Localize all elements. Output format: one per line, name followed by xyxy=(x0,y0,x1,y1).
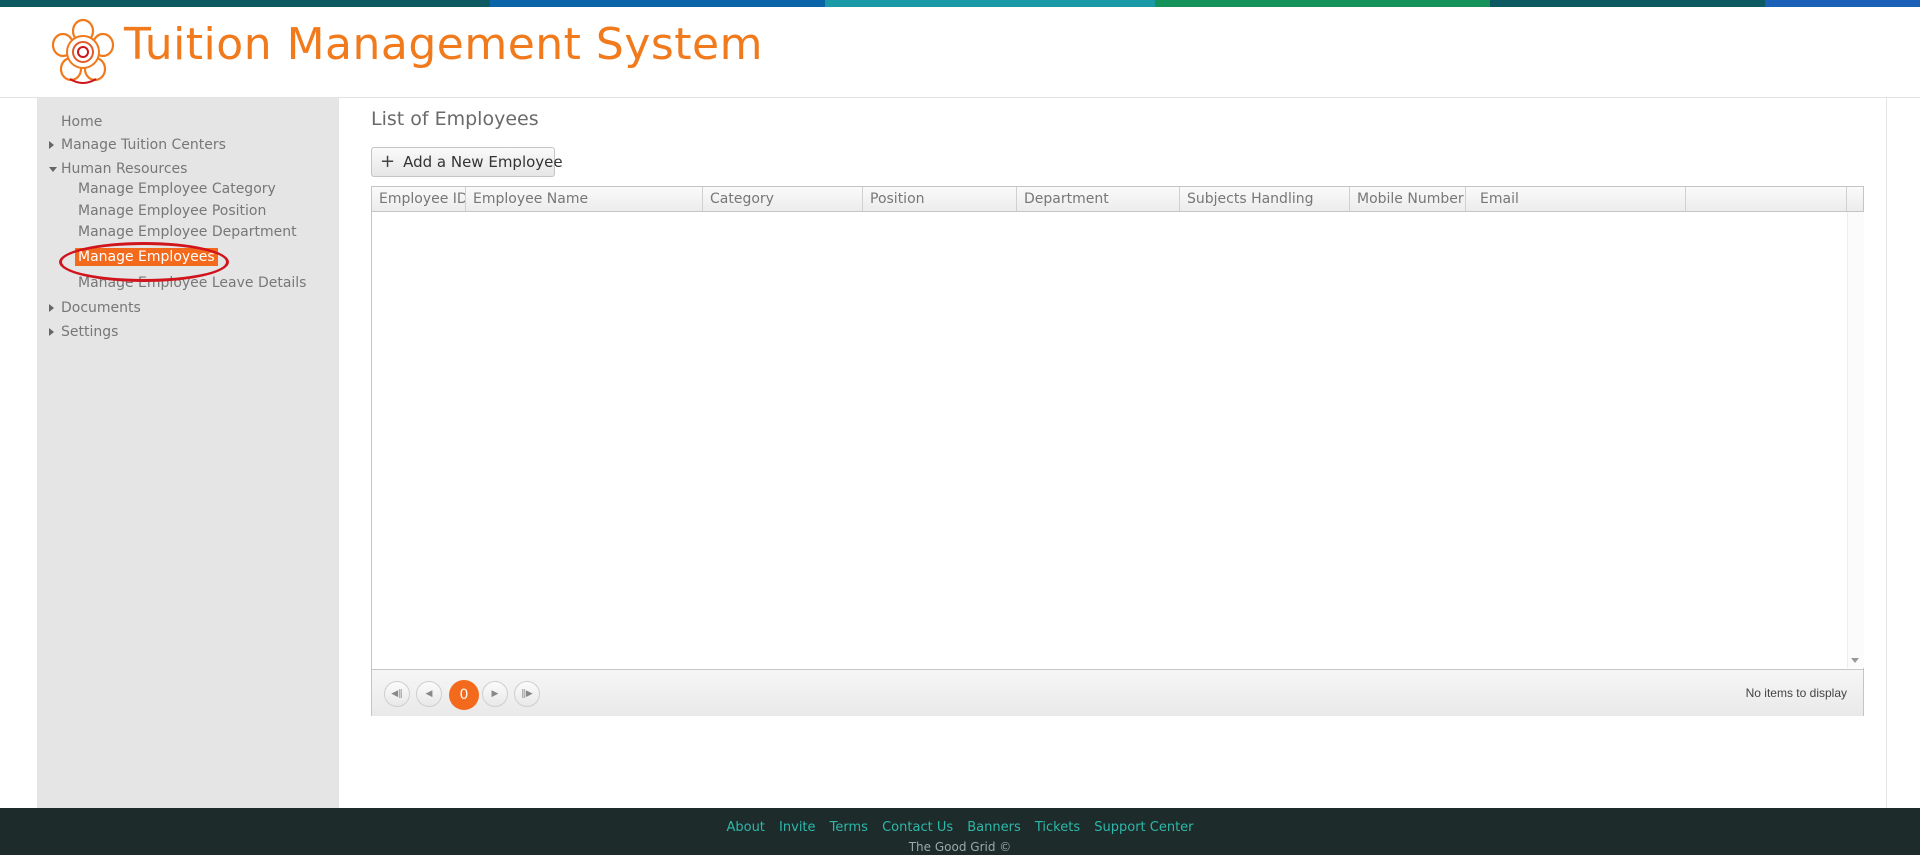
sidebar-item-label: Human Resources xyxy=(61,161,188,177)
add-new-employee-label: Add a New Employee xyxy=(403,153,563,171)
sidebar-item-label: Manage Employee Department xyxy=(78,224,297,240)
footer-link-invite[interactable]: Invite xyxy=(779,820,815,835)
footer-copyright: The Good Grid © xyxy=(908,840,1012,854)
pager-info: No items to display xyxy=(1745,686,1847,700)
sidebar-item-settings[interactable]: Settings xyxy=(49,324,119,340)
column-header-employee-name[interactable]: Employee Name xyxy=(466,187,703,211)
column-header-spacer xyxy=(1686,187,1847,211)
add-new-employee-button[interactable]: + Add a New Employee xyxy=(371,147,563,177)
sidebar-item-human-resources[interactable]: Human Resources xyxy=(49,161,188,177)
footer-link-contact-us[interactable]: Contact Us xyxy=(882,820,953,835)
column-header-position[interactable]: Position xyxy=(863,187,1017,211)
first-page-button[interactable]: ◀‖ xyxy=(384,681,410,707)
collapse-arrow-icon[interactable] xyxy=(49,167,57,172)
column-header-subjects-handling[interactable]: Subjects Handling xyxy=(1180,187,1350,211)
app-title: Tuition Management System xyxy=(124,19,763,70)
footer-link-about[interactable]: About xyxy=(726,820,764,835)
expand-arrow-icon[interactable] xyxy=(49,304,54,312)
sidebar-item-manage-employee-department[interactable]: Manage Employee Department xyxy=(78,224,297,240)
sidebar-item-home[interactable]: Home xyxy=(61,114,102,130)
current-page-number[interactable]: 0 xyxy=(449,680,479,710)
sidebar-item-label: Manage Employee Leave Details xyxy=(78,275,307,291)
sidebar: Home Manage Tuition Centers Human Resour… xyxy=(37,98,339,808)
column-header-category[interactable]: Category xyxy=(703,187,863,211)
grid-body xyxy=(372,212,1847,668)
sidebar-item-manage-employees[interactable]: Manage Employees xyxy=(75,248,218,266)
sidebar-item-label: Manage Tuition Centers xyxy=(61,137,226,153)
employee-grid: Employee ID Employee Name Category Posit… xyxy=(371,186,1864,716)
color-stripe xyxy=(490,0,825,7)
next-page-button[interactable]: ▶ xyxy=(482,681,508,707)
color-stripe xyxy=(0,0,490,7)
page-title: List of Employees xyxy=(371,108,539,130)
expand-arrow-icon[interactable] xyxy=(49,141,54,149)
content-border xyxy=(1886,98,1887,808)
column-header-department[interactable]: Department xyxy=(1017,187,1180,211)
sidebar-item-label: Home xyxy=(61,114,103,130)
column-header-employee-id[interactable]: Employee ID xyxy=(372,187,466,211)
last-page-button[interactable]: ‖▶ xyxy=(514,681,540,707)
flower-logo-icon xyxy=(51,18,115,84)
sidebar-item-manage-employee-leave-details[interactable]: Manage Employee Leave Details xyxy=(78,275,306,291)
sidebar-item-documents[interactable]: Documents xyxy=(49,300,141,316)
color-stripe xyxy=(1490,0,1765,7)
sidebar-item-label: Manage Employees xyxy=(78,249,215,265)
footer-links: About Invite Terms Contact Us Banners Ti… xyxy=(0,820,1920,835)
top-color-bar xyxy=(0,0,1920,7)
footer: About Invite Terms Contact Us Banners Ti… xyxy=(0,808,1920,855)
column-header-mobile-number[interactable]: Mobile Number xyxy=(1350,187,1466,211)
sidebar-item-label: Manage Employee Category xyxy=(78,181,276,197)
main-content: List of Employees + Add a New Employee E… xyxy=(339,98,1879,808)
color-stripe xyxy=(1765,0,1920,7)
column-header-email[interactable]: Email xyxy=(1466,187,1686,211)
plus-icon: + xyxy=(380,151,396,172)
previous-page-button[interactable]: ◀ xyxy=(416,681,442,707)
sidebar-item-manage-tuition-centers[interactable]: Manage Tuition Centers xyxy=(49,137,226,153)
expand-arrow-icon[interactable] xyxy=(49,328,54,336)
sidebar-item-manage-employee-position[interactable]: Manage Employee Position xyxy=(78,203,266,219)
footer-link-support-center[interactable]: Support Center xyxy=(1094,820,1193,835)
sidebar-item-manage-employee-category[interactable]: Manage Employee Category xyxy=(78,181,276,197)
sidebar-item-label: Settings xyxy=(61,324,119,340)
sidebar-item-label: Manage Employee Position xyxy=(78,203,267,219)
color-stripe xyxy=(825,0,1155,7)
scroll-down-arrow-icon[interactable] xyxy=(1851,658,1859,663)
color-stripe xyxy=(1155,0,1490,7)
app-header: Tuition Management System xyxy=(0,7,1920,98)
grid-pager: ◀‖ ◀ 0 ▶ ‖▶ No items to display xyxy=(372,669,1863,716)
footer-link-tickets[interactable]: Tickets xyxy=(1035,820,1080,835)
sidebar-item-label: Documents xyxy=(61,300,141,316)
footer-link-banners[interactable]: Banners xyxy=(967,820,1020,835)
grid-header: Employee ID Employee Name Category Posit… xyxy=(372,187,1863,212)
vertical-scrollbar[interactable] xyxy=(1847,212,1864,668)
footer-link-terms[interactable]: Terms xyxy=(830,820,868,835)
